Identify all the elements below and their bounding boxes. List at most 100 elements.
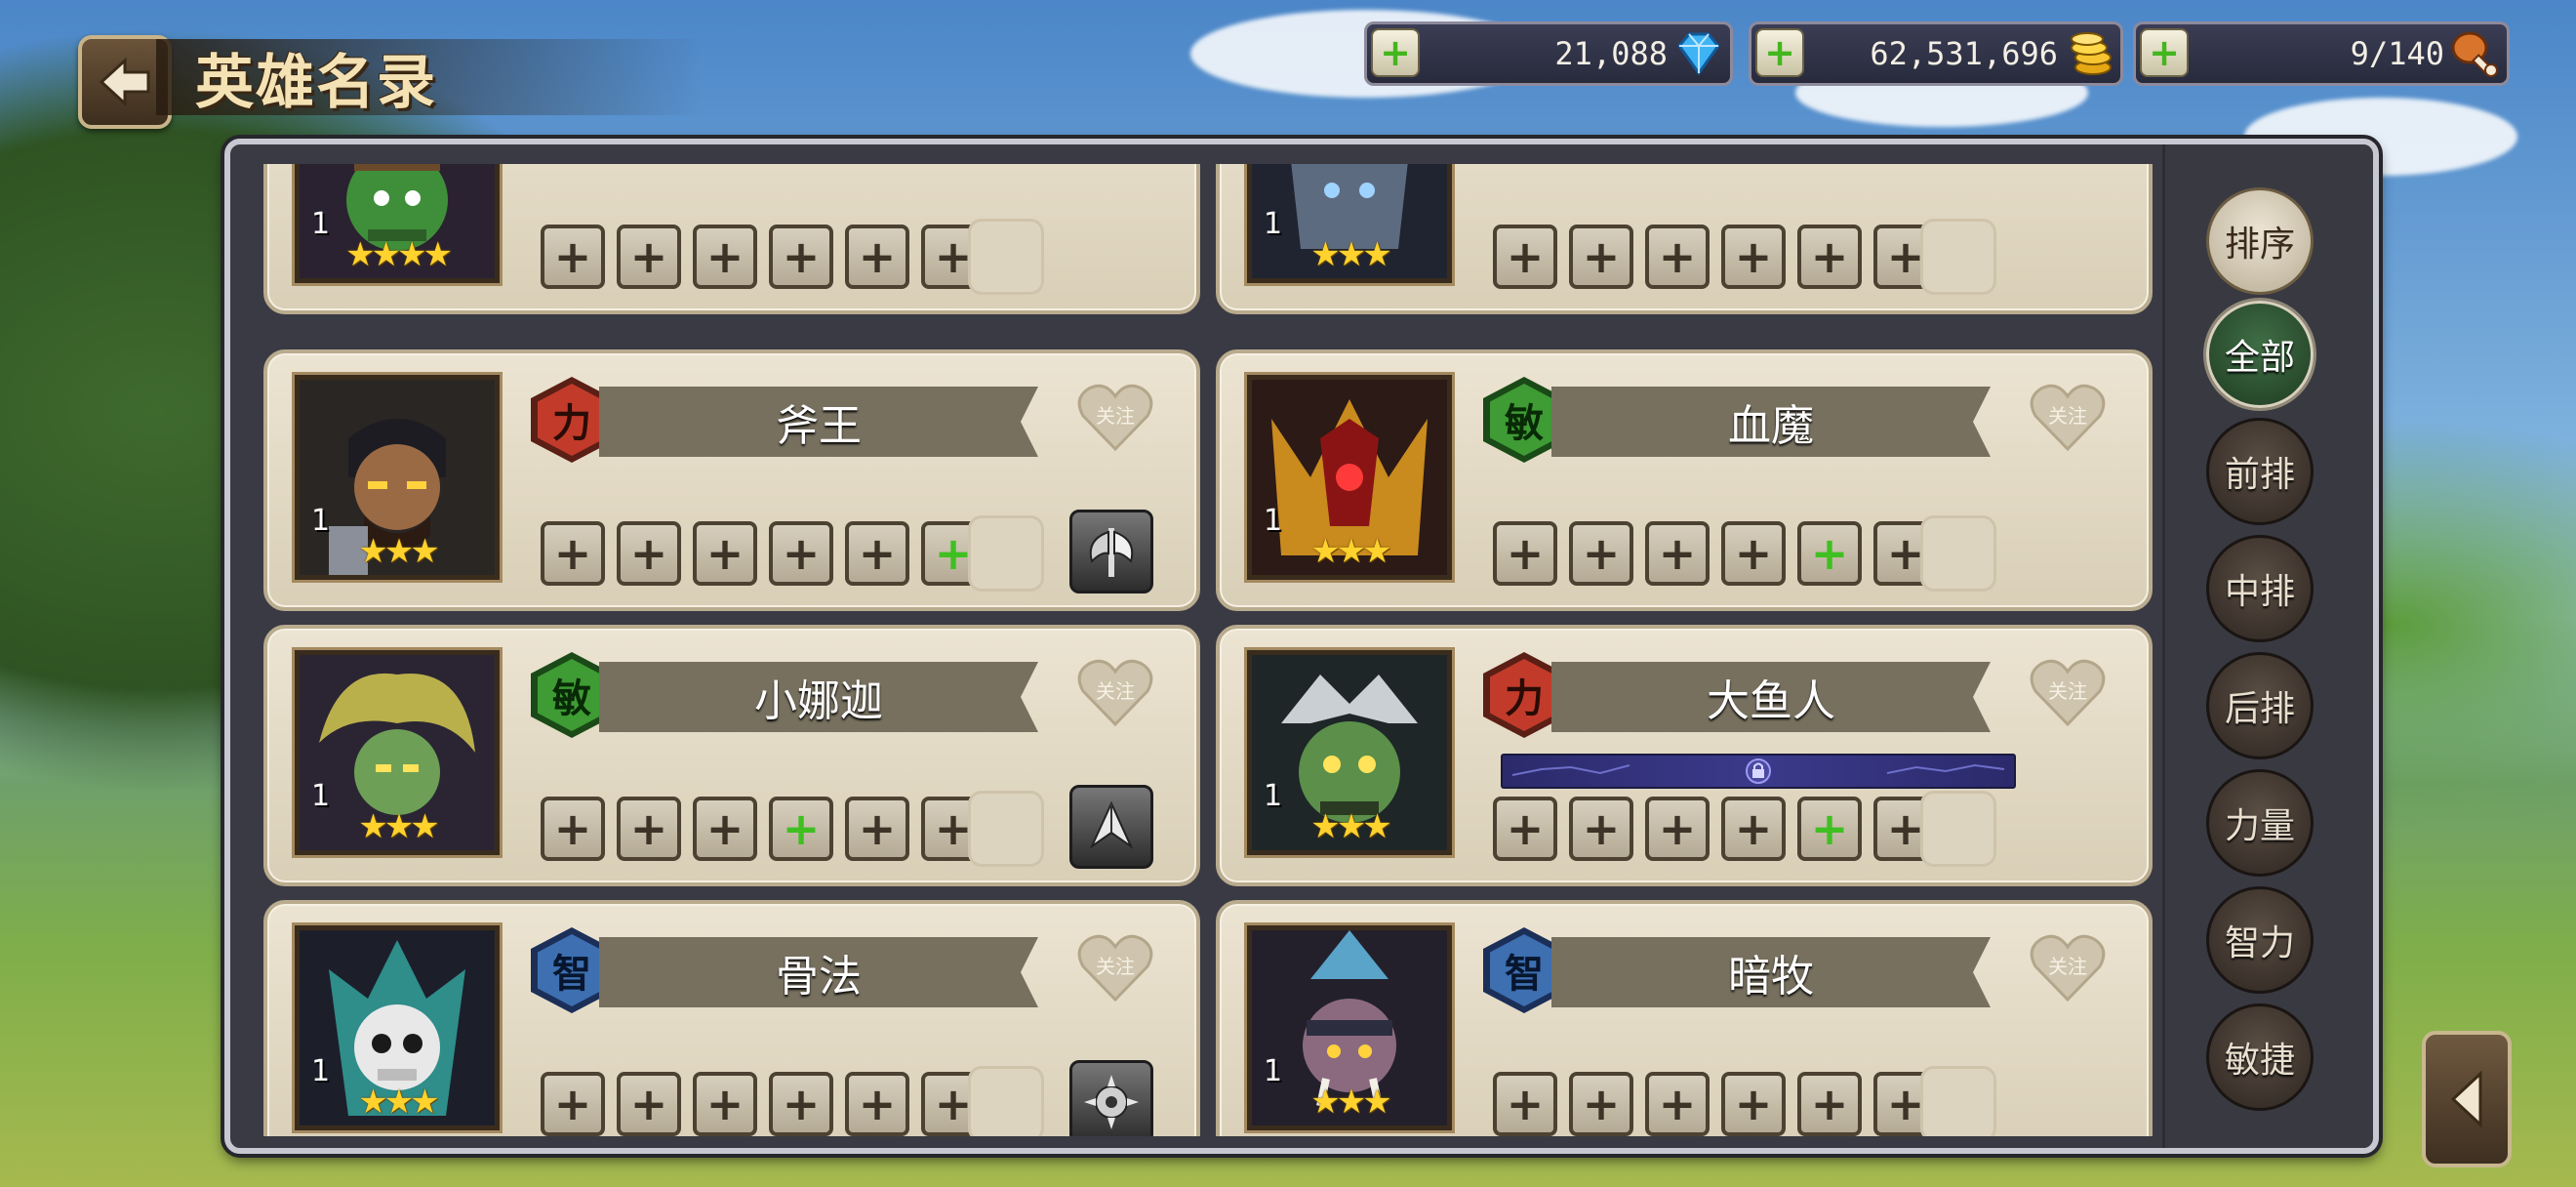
add-slot-button[interactable]: + — [693, 1072, 757, 1136]
add-slot-button[interactable]: + — [541, 225, 605, 289]
add-slot-button[interactable]: + — [693, 521, 757, 586]
claw-blade-icon[interactable] — [1069, 785, 1153, 869]
add-slot-button[interactable]: + — [617, 225, 681, 289]
add-slot-button[interactable]: + — [693, 797, 757, 861]
diamond-counter: + 21,088 — [1364, 21, 1733, 86]
gold-coins-icon — [2071, 32, 2112, 75]
empty-item-slot — [1920, 515, 1996, 592]
add-slot-button[interactable]: + — [845, 797, 909, 861]
filter-back-row-button[interactable]: 后排 — [2206, 652, 2314, 759]
empty-item-slot — [1920, 1066, 1996, 1136]
follow-heart-button[interactable]: 关注 — [1077, 658, 1153, 728]
add-slot-button[interactable]: + — [1493, 225, 1557, 289]
hero-card[interactable]: 1 ★★★ 力 斧王 关注 + + + + + + — [263, 349, 1200, 611]
hero-card[interactable]: 1 ★★★ 智 暗牧 关注 + + + + + + — [1216, 900, 2153, 1136]
follow-heart-button[interactable]: 关注 — [2030, 658, 2106, 728]
star-rating: ★★★ — [1310, 1083, 1391, 1122]
add-slot-button[interactable]: + — [1569, 1072, 1633, 1136]
equipment-slots: + + + + + + — [541, 225, 986, 289]
add-slot-button[interactable]: + — [1797, 225, 1862, 289]
add-slot-button[interactable]: + — [541, 1072, 605, 1136]
hero-list[interactable]: 1 ★★★★ ++++++ 1 ★★★ ++++++ 1 ★ — [230, 164, 2154, 1136]
empty-item-slot — [968, 791, 1044, 867]
add-slot-button[interactable]: + — [1645, 1072, 1710, 1136]
add-slot-button[interactable]: + — [845, 521, 909, 586]
add-slot-button[interactable]: + — [769, 225, 833, 289]
add-slot-button[interactable]: + — [1645, 797, 1710, 861]
hero-name: 小娜迦 — [599, 662, 1038, 732]
add-slot-button[interactable]: + — [1797, 521, 1862, 586]
hero-card[interactable]: 1 ★★★ + + + + + + — [1216, 164, 2153, 314]
hero-portrait: 1 ★★★ — [295, 925, 500, 1130]
add-slot-button[interactable]: + — [1493, 521, 1557, 586]
add-slot-button[interactable]: + — [1645, 521, 1710, 586]
spiked-wheel-icon[interactable] — [1069, 1060, 1153, 1136]
add-slot-button[interactable]: + — [693, 225, 757, 289]
equipment-slots: + + + + + + — [541, 521, 986, 586]
add-slot-button[interactable]: + — [1493, 1072, 1557, 1136]
add-slot-button[interactable]: + — [845, 225, 909, 289]
add-diamond-button[interactable]: + — [1371, 28, 1420, 77]
axe-icon[interactable] — [1069, 510, 1153, 594]
add-slot-button[interactable]: + — [1645, 225, 1710, 289]
add-slot-button[interactable]: + — [769, 797, 833, 861]
meat-drumstick-icon — [2451, 31, 2498, 77]
hero-portrait: 1 ★★★ — [1247, 925, 1452, 1130]
hero-card[interactable]: 1 ★★★ 智 骨法 关注 + + + + + + — [263, 900, 1200, 1136]
filter-front-row-button[interactable]: 前排 — [2206, 418, 2314, 525]
star-rating: ★★★ — [358, 532, 439, 571]
hero-name: 骨法 — [599, 937, 1038, 1007]
filter-sidebar: 排序 全部 前排 中排 后排 力量 智力 敏捷 — [2162, 144, 2370, 1148]
add-stamina-button[interactable]: + — [2140, 28, 2189, 77]
add-slot-button[interactable]: + — [769, 1072, 833, 1136]
add-slot-button[interactable]: + — [1569, 797, 1633, 861]
add-slot-button[interactable]: + — [617, 521, 681, 586]
add-slot-button[interactable]: + — [1493, 797, 1557, 861]
diamond-value: 21,088 — [1554, 35, 1668, 72]
add-slot-button[interactable]: + — [1721, 521, 1786, 586]
filter-agility-button[interactable]: 敏捷 — [2206, 1003, 2314, 1111]
hero-card[interactable]: 1 ★★★ 敏 血魔 关注 + + + + + + — [1216, 349, 2153, 611]
hero-portrait: 1 ★★★ — [1247, 375, 1452, 580]
stamina-value: 9/140 — [2350, 35, 2444, 72]
equipment-slots: + + + + + + — [541, 797, 986, 861]
equipment-slots: + + + + + + — [1493, 797, 1938, 861]
filter-middle-row-button[interactable]: 中排 — [2206, 535, 2314, 642]
follow-heart-button[interactable]: 关注 — [1077, 933, 1153, 1003]
add-slot-button[interactable]: + — [541, 797, 605, 861]
add-gold-button[interactable]: + — [1755, 28, 1804, 77]
add-slot-button[interactable]: + — [617, 797, 681, 861]
add-slot-button[interactable]: + — [1721, 225, 1786, 289]
add-slot-button[interactable]: + — [1569, 521, 1633, 586]
filter-intellect-button[interactable]: 智力 — [2206, 886, 2314, 994]
star-rating: ★★★ — [1310, 235, 1391, 274]
filter-strength-button[interactable]: 力量 — [2206, 769, 2314, 877]
add-slot-button[interactable]: + — [1721, 797, 1786, 861]
add-slot-button[interactable]: + — [1721, 1072, 1786, 1136]
hero-portrait: 1 ★★★ — [295, 375, 500, 580]
filter-all-button[interactable]: 全部 — [2206, 301, 2314, 408]
gold-value: 62,531,696 — [1870, 35, 2058, 72]
page-title: 英雄名录 — [195, 49, 437, 117]
follow-heart-button[interactable]: 关注 — [2030, 383, 2106, 453]
hero-catalog-panel: 1 ★★★★ ++++++ 1 ★★★ ++++++ 1 ★ — [224, 139, 2379, 1154]
add-slot-button[interactable]: + — [1797, 1072, 1862, 1136]
side-menu-toggle-button[interactable] — [2422, 1031, 2512, 1167]
equipment-slots: + + + + + + — [1493, 225, 1938, 289]
add-slot-button[interactable]: + — [617, 1072, 681, 1136]
follow-heart-button[interactable]: 关注 — [2030, 933, 2106, 1003]
add-slot-button[interactable]: + — [541, 521, 605, 586]
equipment-slots: + + + + + + — [1493, 521, 1938, 586]
sort-button[interactable]: 排序 — [2206, 187, 2314, 295]
add-slot-button[interactable]: + — [1797, 797, 1862, 861]
empty-item-slot — [968, 219, 1044, 295]
follow-heart-button[interactable]: 关注 — [1077, 383, 1153, 453]
hero-card[interactable]: 1 ★★★ 力 大鱼人 关注 + + + + + + — [1216, 625, 2153, 886]
left-arrow-icon — [2450, 1070, 2482, 1128]
add-slot-button[interactable]: + — [1569, 225, 1633, 289]
star-rating: ★★★ — [1310, 532, 1391, 571]
add-slot-button[interactable]: + — [845, 1072, 909, 1136]
hero-card[interactable]: 1 ★★★★ + + + + + + — [263, 164, 1200, 314]
add-slot-button[interactable]: + — [769, 521, 833, 586]
hero-card[interactable]: 1 ★★★ 敏 小娜迦 关注 + + + + + + — [263, 625, 1200, 886]
